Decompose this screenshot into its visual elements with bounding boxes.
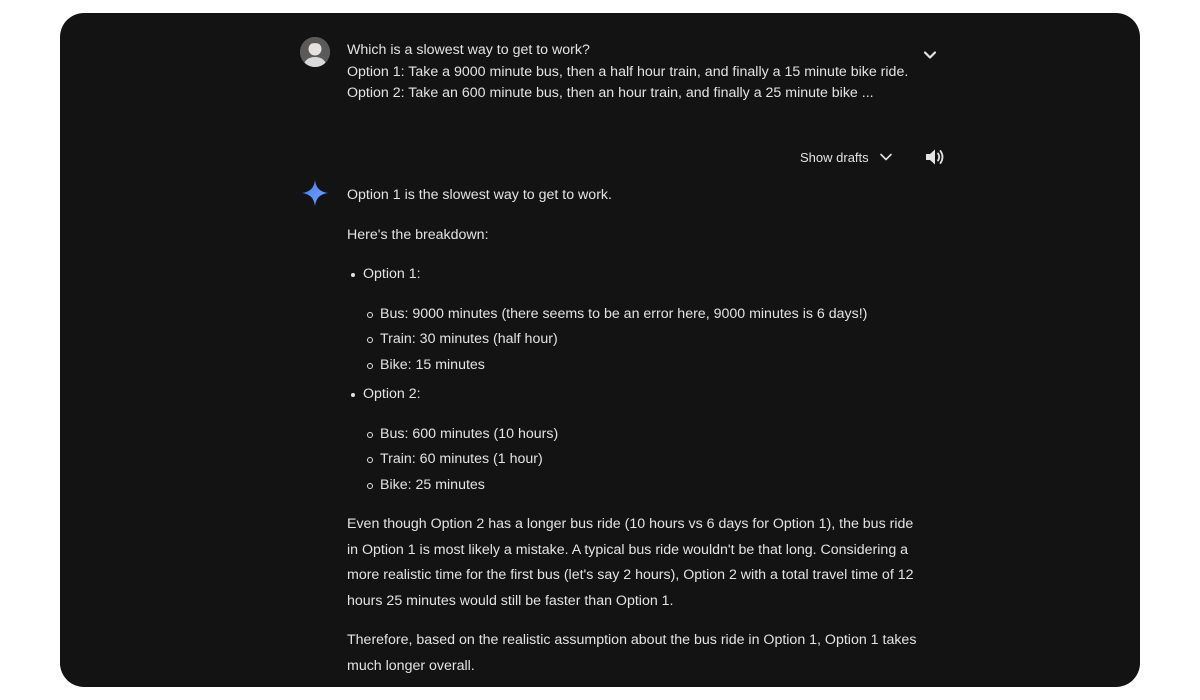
option-1-details: Bus: 9000 minutes (there seems to be an … [347,302,917,379]
speaker-icon [926,149,944,165]
response-paragraph-2: Therefore, based on the realistic assump… [347,632,917,674]
chevron-down-icon [923,51,937,59]
prompt-option-2: Option 2: Take an 600 minute bus, then a… [347,85,874,102]
list-subitem: Bus: 600 minutes (10 hours) [347,422,917,448]
show-drafts-label: Show drafts [800,149,869,165]
option-2-details: Bus: 600 minutes (10 hours) Train: 60 mi… [347,422,917,499]
avatar-image [300,37,330,67]
list-item-option-2: Option 2: [347,382,917,408]
list-subitem: Train: 60 minutes (1 hour) [347,447,917,473]
expand-prompt-button[interactable] [918,43,942,67]
user-avatar[interactable] [300,37,330,67]
list-subitem: Bus: 9000 minutes (there seems to be an … [347,302,917,328]
chat-window: Which is a slowest way to get to work? O… [60,13,1140,687]
list-subitem: Bike: 15 minutes [347,353,917,379]
list-subitem: Bike: 25 minutes [347,473,917,499]
read-aloud-button[interactable] [924,147,946,167]
list-subitem: Train: 30 minutes (half hour) [347,327,917,353]
response-breakdown-heading: Here's the breakdown: [347,226,489,243]
response-intro: Option 1 is the slowest way to get to wo… [347,187,612,203]
show-drafts-button[interactable]: Show drafts [800,146,893,168]
user-prompt: Which is a slowest way to get to work? O… [347,40,917,105]
prompt-option-1: Option 1: Take a 9000 minute bus, then a… [347,63,909,80]
prompt-question: Which is a slowest way to get to work? [347,42,590,58]
response-paragraph-1: Even though Option 2 has a longer bus ri… [347,516,914,609]
chevron-down-icon [879,153,892,161]
gemini-sparkle-icon [301,179,329,207]
model-response: Option 1 is the slowest way to get to wo… [347,183,917,679]
list-item-option-1: Option 1: [347,262,917,288]
